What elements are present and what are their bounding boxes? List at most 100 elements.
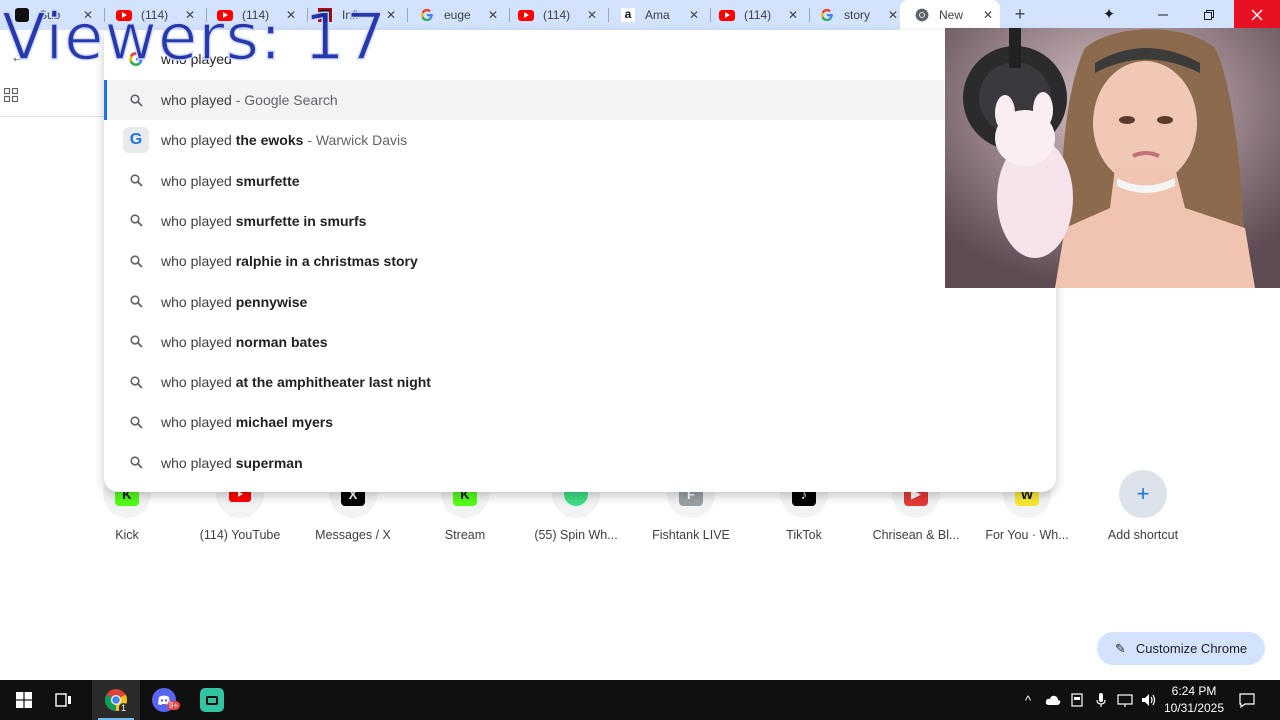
streamlabs-icon <box>200 688 224 712</box>
search-icon <box>128 334 144 350</box>
suggestion-row[interactable]: who played ralphie in a christmas story <box>104 241 1056 281</box>
shortcut-label: Fishtank LIVE <box>652 528 730 542</box>
viewer-count-overlay: Viewers: 17 <box>1 1 388 75</box>
suggestion-suffix: - Google Search <box>231 92 338 108</box>
tab-separator <box>509 8 510 22</box>
close-window-button[interactable] <box>1234 0 1280 30</box>
restore-button[interactable] <box>1186 0 1232 30</box>
webcam-feed-image <box>945 28 1280 288</box>
search-icon <box>128 294 144 310</box>
search-icon <box>128 253 144 269</box>
suggestion-prefix: who played <box>161 212 236 229</box>
suggestion-completion: norman bates <box>235 333 328 350</box>
suggestion-row[interactable]: who played superman <box>104 443 1056 483</box>
suggestion-row[interactable]: who played smurfette <box>104 161 1056 201</box>
close-tab-icon[interactable]: ✕ <box>485 7 501 23</box>
tab-title: (114) <box>744 8 772 22</box>
discord-taskbar-button[interactable]: 9+ <box>140 680 188 720</box>
suggestion-prefix: who played <box>161 374 236 391</box>
google-g-icon: G <box>123 127 149 154</box>
pencil-icon: ✎ <box>1115 640 1126 656</box>
suggestion-text: who played smurfette <box>161 173 300 189</box>
shortcut-label: (55) Spin Wh... <box>534 528 618 542</box>
search-icon <box>128 455 144 471</box>
tab-title: New <box>939 8 964 22</box>
task-view-icon[interactable] <box>40 680 88 720</box>
suggestion-row[interactable]: Gwho played the ewoks - Warwick Davis <box>104 120 1056 160</box>
customize-chrome-button[interactable]: ✎ Customize Chrome <box>1097 632 1265 665</box>
suggestion-completion: the ewoks <box>235 132 304 149</box>
suggestion-completion: at the amphitheater last night <box>235 374 431 391</box>
search-icon <box>128 374 144 390</box>
close-tab-icon[interactable]: ✕ <box>980 7 996 23</box>
suggestion-row[interactable]: who played smurfette in smurfs <box>104 201 1056 241</box>
cloud-icon[interactable] <box>1043 690 1063 710</box>
search-icon <box>128 213 144 229</box>
tab-9[interactable]: New ✕ <box>900 0 1000 30</box>
suggestion-completion: michael myers <box>235 414 334 431</box>
clock-time: 6:24 PM <box>1171 684 1217 698</box>
tab-title: euge <box>444 8 471 22</box>
close-tab-icon[interactable]: ✕ <box>584 7 600 23</box>
suggestion-prefix: who played <box>161 333 236 350</box>
google-icon <box>419 7 435 23</box>
tab-7[interactable]: (114) ✕ <box>713 0 805 30</box>
new-tab-button[interactable]: + <box>1010 5 1030 25</box>
restore-icon <box>1204 10 1214 20</box>
suggestion-prefix: who played <box>161 132 236 149</box>
volume-icon[interactable] <box>1139 690 1159 710</box>
chevron-up-icon[interactable]: ^ <box>1018 690 1038 710</box>
tab-4[interactable]: euge ✕ <box>413 0 505 30</box>
amazon-icon: a <box>620 7 636 23</box>
streamlabs-taskbar-button[interactable] <box>188 680 236 720</box>
minimize-icon <box>1158 14 1168 16</box>
close-tab-icon[interactable]: ✕ <box>885 7 901 23</box>
suggestion-prefix: who played <box>161 293 236 310</box>
suggestion-text: who played michael myers <box>161 414 333 430</box>
network-icon[interactable] <box>1115 690 1135 710</box>
suggestion-text: who played superman <box>161 455 303 471</box>
suggestion-completion: smurfette in smurfs <box>235 212 367 229</box>
microphone-icon[interactable] <box>1091 690 1111 710</box>
apps-grid-icon[interactable] <box>3 87 19 103</box>
tab-separator <box>809 8 810 22</box>
suggestion-row[interactable]: who played at the amphitheater last nigh… <box>104 362 1056 402</box>
suggestion-text: who played smurfette in smurfs <box>161 213 366 229</box>
suggestion-text: who played the ewoks - Warwick Davis <box>161 132 407 148</box>
tab-8[interactable]: story ✕ <box>813 0 905 30</box>
device-icon[interactable] <box>1067 690 1087 710</box>
shortcut-label: Messages / X <box>315 528 391 542</box>
google-icon <box>819 7 835 23</box>
suggestion-prefix: who played <box>161 454 236 471</box>
suggestion-row[interactable]: who played pennywise <box>104 282 1056 322</box>
webcam-overlay <box>945 28 1280 288</box>
youtube-icon <box>518 7 534 23</box>
chrome-taskbar-button[interactable]: 1 <box>92 680 140 720</box>
add-shortcut-button[interactable]: + Add shortcut <box>1087 462 1199 552</box>
tab-title: story <box>844 8 871 22</box>
close-tab-icon[interactable]: ✕ <box>785 7 801 23</box>
suggestion-prefix: who played <box>161 172 236 189</box>
suggestion-row[interactable]: who played norman bates <box>104 322 1056 362</box>
taskbar-clock[interactable]: 6:24 PM 10/31/2025 <box>1158 683 1230 717</box>
bookmarks-divider <box>0 116 104 117</box>
shortcut-label: For You · Wh... <box>985 528 1069 542</box>
suggestion-text: who played - Google Search <box>161 92 338 108</box>
suggestion-prefix: who played <box>161 92 232 108</box>
notifications-icon[interactable] <box>1237 690 1257 710</box>
minimize-button[interactable] <box>1140 0 1186 30</box>
suggestion-row[interactable]: who played - Google Search <box>104 80 1056 120</box>
suggestion-text: who played pennywise <box>161 294 307 310</box>
suggestion-prefix: who played <box>161 414 236 431</box>
tab-title: (114) <box>543 8 571 22</box>
suggestion-completion: superman <box>235 454 303 471</box>
tab-6[interactable]: a Ama ✕ <box>614 0 706 30</box>
tab-5[interactable]: (114) ✕ <box>512 0 604 30</box>
suggestion-row[interactable]: who played michael myers <box>104 402 1056 442</box>
gemini-icon[interactable]: ✦ <box>1098 4 1120 26</box>
suggestion-completion: pennywise <box>235 293 308 310</box>
shortcut-label: Add shortcut <box>1107 528 1179 542</box>
tab-separator <box>710 8 711 22</box>
close-tab-icon[interactable]: ✕ <box>686 7 702 23</box>
suggestion-suffix: - Warwick Davis <box>303 132 408 149</box>
